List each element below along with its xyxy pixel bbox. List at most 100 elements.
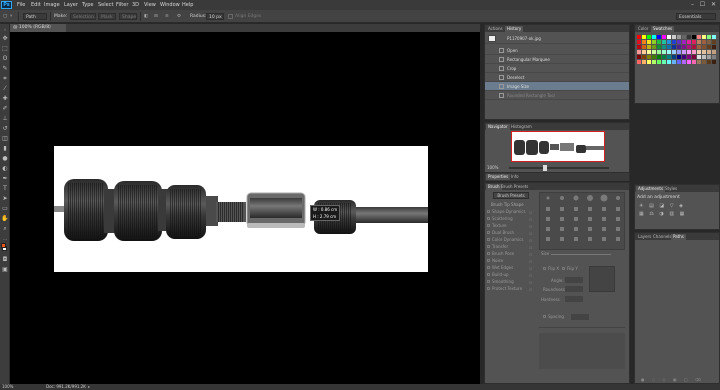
color-swatch[interactable] [677,45,681,49]
gear-icon[interactable]: ⚙ [177,13,181,20]
navigator-zoom-slider[interactable] [509,167,609,169]
color-swatch[interactable] [662,50,666,54]
brush-angle-preview[interactable] [589,266,615,292]
color-swatch[interactable] [652,40,656,44]
color-swatch[interactable] [677,55,681,59]
close-icon[interactable]: ✕ [709,1,718,9]
flip-y-checkbox[interactable] [562,267,565,270]
brush-option-checkbox[interactable] [487,287,490,290]
tab-adjustments[interactable]: Adjustments [636,186,666,192]
color-swatch[interactable] [697,35,701,39]
color-swatch[interactable] [702,50,706,54]
color-swatch[interactable] [672,45,676,49]
color-swatch[interactable] [647,40,651,44]
brush-option-checkbox[interactable] [487,238,490,241]
color-swatch[interactable] [652,55,656,59]
color-swatch[interactable] [697,40,701,44]
color-swatch[interactable] [697,45,701,49]
brush-option[interactable]: Build-up ⊡ [485,271,537,278]
navigator-zoom[interactable]: 100% [487,165,498,170]
rectangle-tool-icon[interactable]: ▭ [1,205,9,213]
menu-image[interactable]: Image [44,2,60,8]
brush-option[interactable]: Transfer ⊡ [485,243,537,250]
color-swatch[interactable] [642,60,646,64]
menu-3d[interactable]: 3D [132,2,139,8]
spacing-checkbox[interactable] [543,315,546,318]
angle-input[interactable] [565,277,583,283]
brush-option[interactable]: Brush Tip Shape [485,201,537,208]
brush-option-checkbox[interactable] [487,210,490,213]
spacing-input[interactable] [571,314,589,320]
color-swatch[interactable] [667,40,671,44]
color-swatch[interactable] [657,55,661,59]
brush-option[interactable]: Dual Brush ⊡ [485,229,537,236]
color-swatch[interactable] [672,55,676,59]
brush-option[interactable]: Noise ⊡ [485,257,537,264]
path-arrangement-icon[interactable]: ≡ [165,13,169,20]
status-zoom[interactable]: 100% [2,384,13,390]
color-swatch[interactable] [672,35,676,39]
shape-button[interactable]: Shape [119,13,137,20]
menu-filter[interactable]: Filter [116,2,128,8]
color-swatch[interactable] [682,60,686,64]
brush-option-checkbox[interactable] [487,245,490,248]
move-tool-icon[interactable]: ✥ [1,35,9,43]
roundness-input[interactable] [565,286,583,292]
tab-navigator[interactable]: Navigator [486,124,510,130]
color-swatch[interactable] [712,60,716,64]
workspace-select[interactable]: Essentials [676,13,716,20]
tab-history[interactable]: History [505,26,524,32]
eyedropper-tool-icon[interactable]: ⁄ [1,85,9,93]
color-swatch[interactable] [682,35,686,39]
screen-mode-icon[interactable]: ▣ [1,266,9,274]
color-swatch[interactable] [672,40,676,44]
menu-type[interactable]: Type [82,2,93,8]
brush-tool-icon[interactable]: ✐ [1,105,9,113]
color-swatch[interactable] [647,55,651,59]
color-swatch[interactable] [687,50,691,54]
color-swatch[interactable] [657,60,661,64]
lasso-tool-icon[interactable]: ʘ [1,55,9,63]
color-swatch[interactable] [697,50,701,54]
color-swatch[interactable] [637,55,641,59]
color-swatch[interactable] [647,45,651,49]
lock-icon[interactable]: ⊡ [529,286,532,293]
color-swatch[interactable] [682,50,686,54]
brush-option[interactable]: Wet Edges ⊡ [485,264,537,271]
color-swatch[interactable] [667,60,671,64]
color-swatch[interactable] [712,50,716,54]
history-item-crop[interactable]: Crop [485,64,629,73]
adjustment-icons-row-1[interactable]: ☀ ▤ ◪ ▽ ◈ [639,203,685,209]
color-swatch[interactable] [647,60,651,64]
brush-option[interactable]: Brush Pose ⊡ [485,250,537,257]
path-operations-icon[interactable]: ◧ [144,13,148,20]
color-swatch[interactable] [662,45,666,49]
adjustment-icons-row-2[interactable]: ▦ ⚖ ◑ ▥ ▦ [639,211,686,217]
brush-option-checkbox[interactable] [487,217,490,220]
color-swatch[interactable] [707,50,711,54]
brush-option[interactable]: Scattering ⊡ [485,215,537,222]
blur-tool-icon[interactable]: ● [1,155,9,163]
color-swatch[interactable] [712,45,716,49]
color-swatch[interactable] [702,35,706,39]
history-item-rounded-rect[interactable]: Rounded Rectangle Tool [485,91,629,100]
path-alignment-icon[interactable]: ⊟ [154,13,158,20]
foreground-color-swatch[interactable] [1,243,6,248]
color-swatch[interactable] [667,50,671,54]
color-swatch[interactable] [637,60,641,64]
color-swatch[interactable] [637,45,641,49]
color-swatch[interactable] [647,50,651,54]
selection-button[interactable]: Selection... [70,13,98,20]
align-edges-checkbox[interactable] [228,14,233,19]
color-swatch[interactable] [697,60,701,64]
chevron-down-icon[interactable]: ▾ [10,13,12,20]
color-swatch[interactable] [652,50,656,54]
color-swatch[interactable] [647,35,651,39]
color-swatch[interactable] [707,40,711,44]
brush-option-checkbox[interactable] [487,266,490,269]
color-swatch[interactable] [662,40,666,44]
color-swatch[interactable] [642,40,646,44]
eraser-tool-icon[interactable]: ◫ [1,135,9,143]
menu-help[interactable]: Help [182,2,193,8]
color-swatch[interactable] [687,40,691,44]
